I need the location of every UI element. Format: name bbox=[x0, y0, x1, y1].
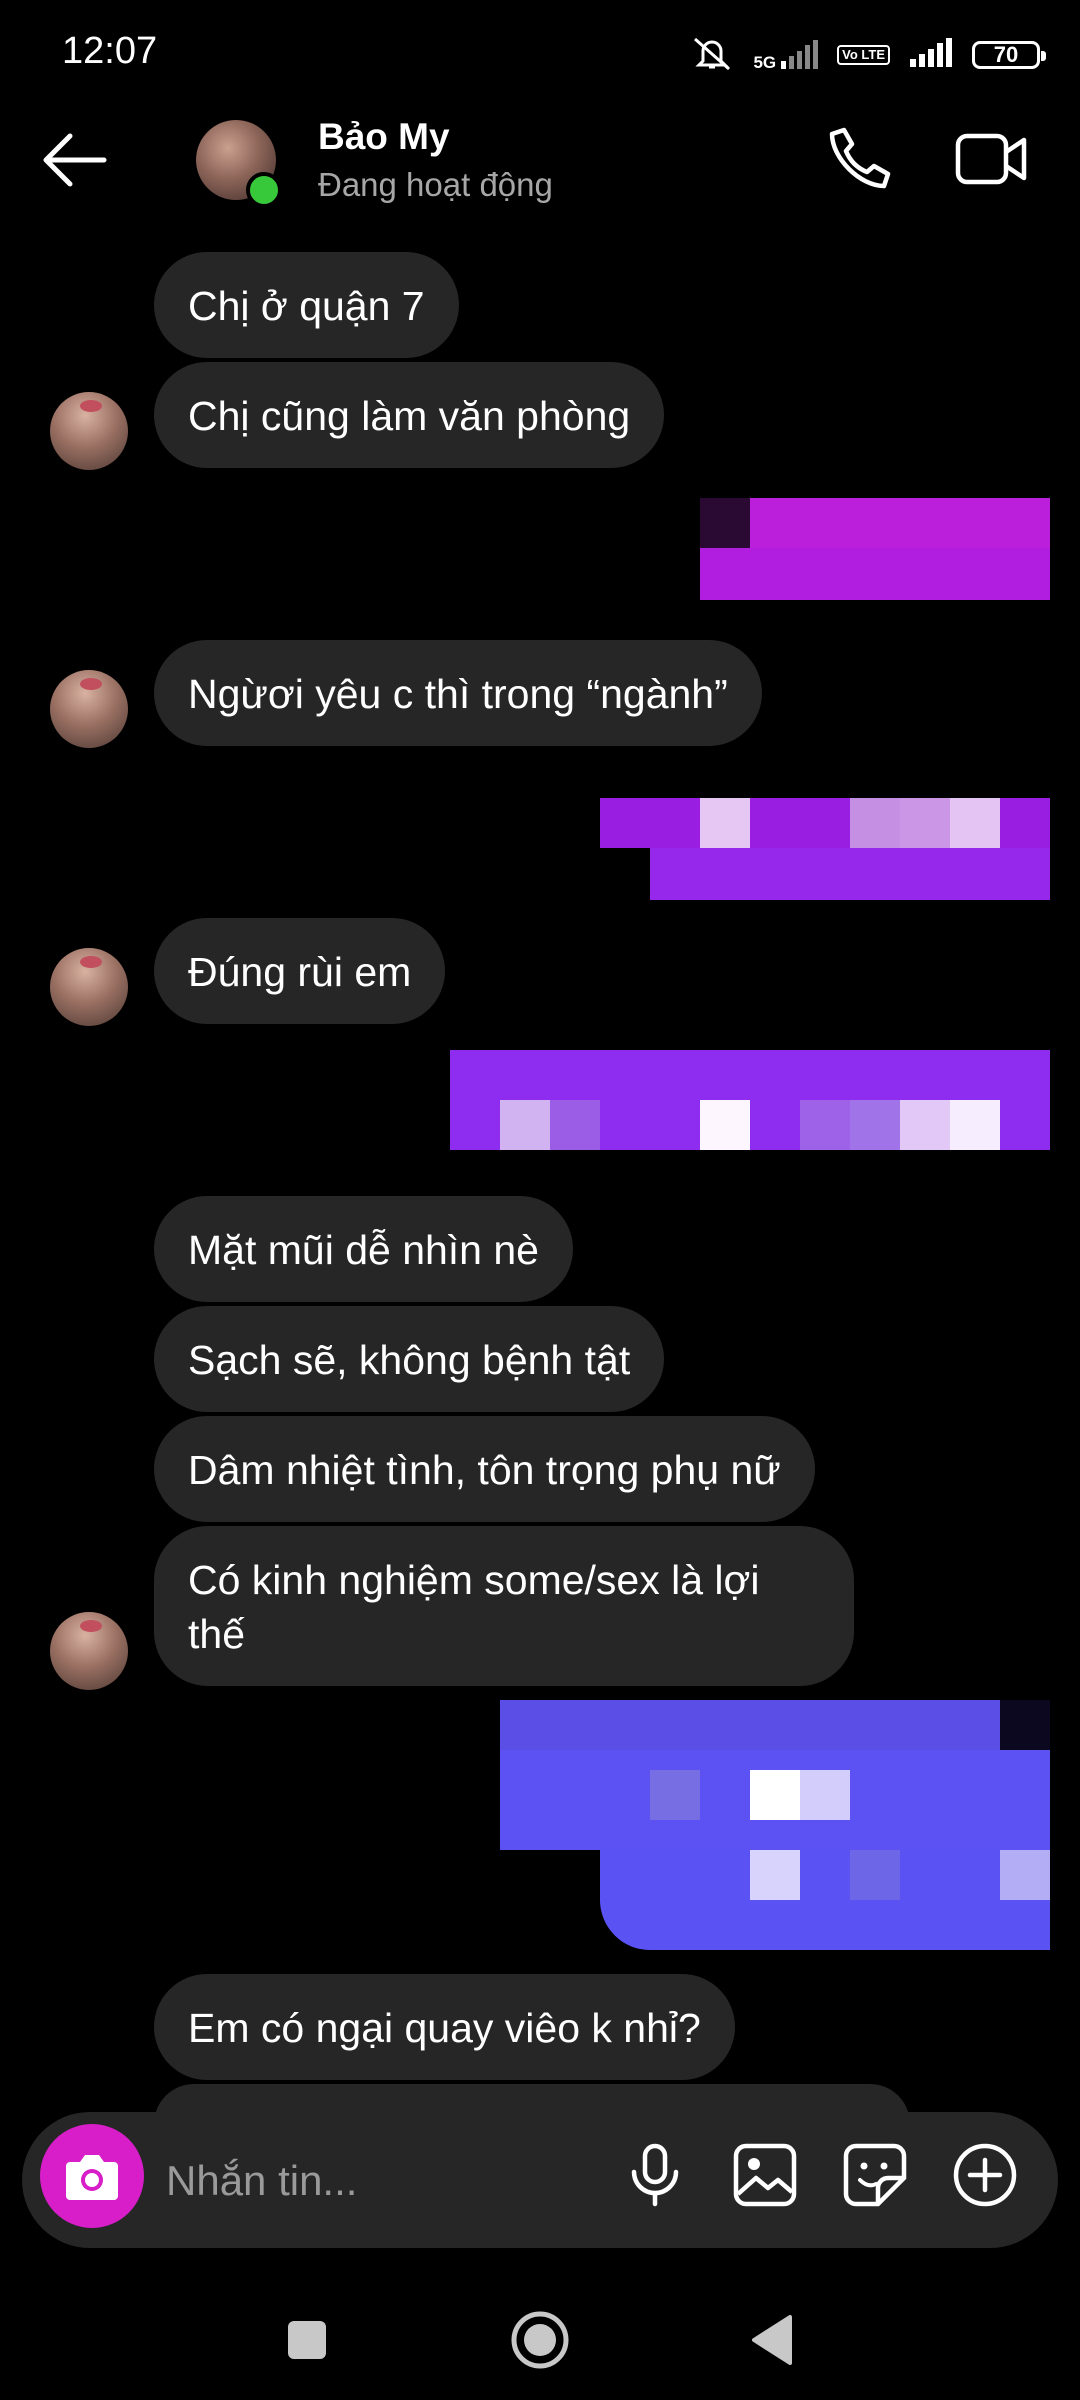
status-time: 12:07 bbox=[62, 30, 158, 72]
received-message[interactable]: Sạch sẽ, không bệnh tật bbox=[154, 1306, 665, 1412]
received-message[interactable]: Ngừơi yêu c thì trong “ngành” bbox=[154, 640, 762, 746]
more-button[interactable] bbox=[950, 2140, 1020, 2210]
sent-message-blurred[interactable] bbox=[450, 1050, 1050, 1150]
phone-icon bbox=[829, 127, 891, 189]
cell-signal-icon-2 bbox=[908, 37, 954, 74]
camera-button[interactable] bbox=[40, 2124, 144, 2228]
home-button[interactable] bbox=[505, 2305, 575, 2375]
microphone-icon bbox=[631, 2143, 679, 2207]
sent-message-blurred[interactable] bbox=[500, 1700, 1050, 1950]
sticker-icon bbox=[843, 2143, 907, 2207]
nav-back-button[interactable] bbox=[738, 2305, 808, 2375]
sent-message-blurred[interactable] bbox=[600, 798, 1050, 900]
contact-avatar-small bbox=[50, 1612, 128, 1690]
voice-message-button[interactable] bbox=[620, 2140, 690, 2210]
back-button[interactable] bbox=[36, 128, 116, 192]
volte-badge: Vo LTE bbox=[837, 45, 890, 65]
received-message[interactable]: Chị ở quận 7 bbox=[154, 252, 459, 358]
image-icon bbox=[733, 2143, 797, 2207]
received-message[interactable]: Dâm nhiệt tình, tôn trọng phụ nữ bbox=[154, 1416, 815, 1522]
message-input[interactable] bbox=[164, 2150, 608, 2212]
contact-avatar-small bbox=[50, 392, 128, 470]
battery-icon: 70 bbox=[972, 41, 1046, 69]
video-camera-icon bbox=[955, 133, 1027, 185]
gallery-button[interactable] bbox=[730, 2140, 800, 2210]
contact-avatar-small bbox=[50, 948, 128, 1026]
received-message[interactable]: Chị cũng làm văn phòng bbox=[154, 362, 665, 468]
sticker-button[interactable] bbox=[840, 2140, 910, 2210]
contact-name[interactable]: Bảo My bbox=[318, 116, 450, 158]
plus-icon bbox=[953, 2143, 1017, 2207]
recents-button[interactable] bbox=[272, 2305, 342, 2375]
network-type: 5G bbox=[753, 53, 777, 72]
back-arrow-icon bbox=[43, 133, 107, 187]
received-message[interactable]: Em có ngại quay viêo k nhỉ? bbox=[154, 1974, 735, 2080]
camera-icon bbox=[66, 2155, 118, 2200]
status-icons: 5G Vo LTE 70 bbox=[689, 30, 1046, 80]
received-message[interactable]: Mặt mũi dễ nhìn nè bbox=[154, 1196, 573, 1302]
mute-icon bbox=[689, 33, 735, 78]
back-triangle-icon bbox=[752, 2315, 792, 2365]
contact-avatar-small bbox=[50, 670, 128, 748]
sent-message-blurred[interactable] bbox=[700, 498, 1050, 600]
online-indicator bbox=[246, 172, 282, 208]
recents-square-icon bbox=[288, 2321, 326, 2359]
received-message[interactable]: Đúng rùi em bbox=[154, 918, 446, 1024]
received-message[interactable]: Có kinh nghiệm some/sex là lợi thế bbox=[154, 1526, 854, 1686]
cell-signal-icon: 5G bbox=[753, 39, 819, 71]
battery-level: 70 bbox=[993, 42, 1019, 67]
video-call-button[interactable] bbox=[954, 124, 1030, 194]
home-circle-icon bbox=[511, 2311, 569, 2369]
call-button[interactable] bbox=[824, 124, 894, 194]
contact-status: Đang hoạt động bbox=[318, 166, 553, 203]
